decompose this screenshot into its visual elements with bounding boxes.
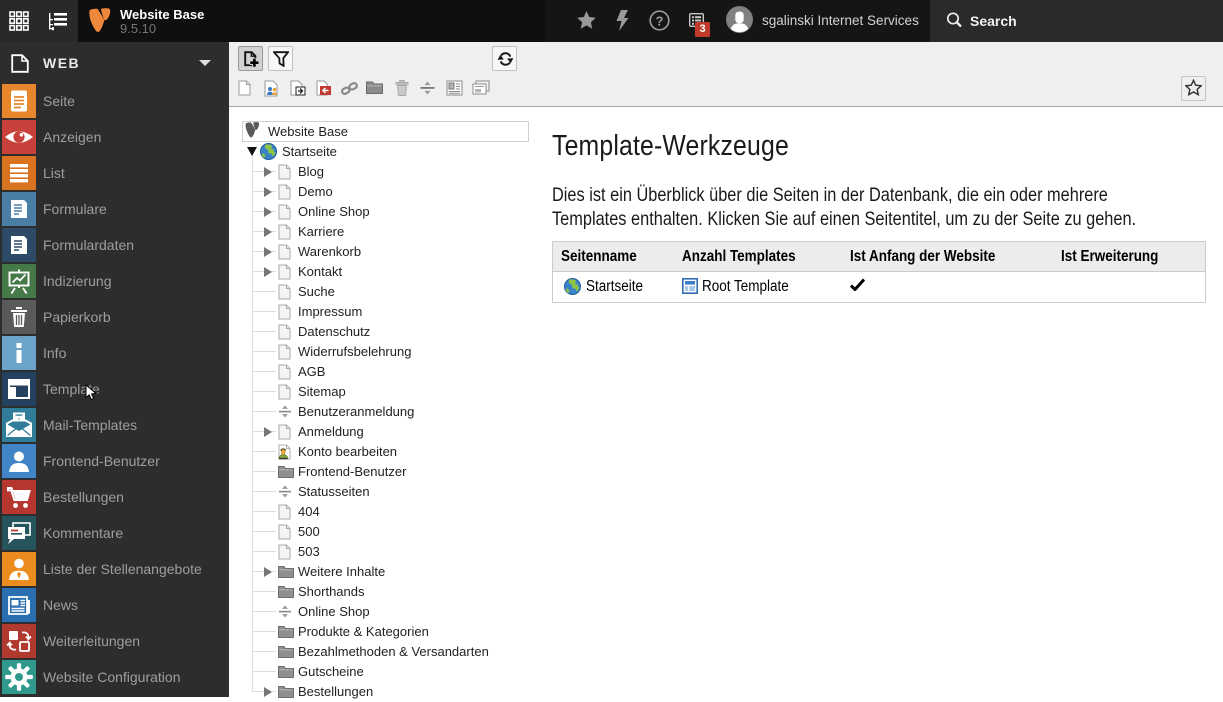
svg-text:?: ? [656,13,664,28]
